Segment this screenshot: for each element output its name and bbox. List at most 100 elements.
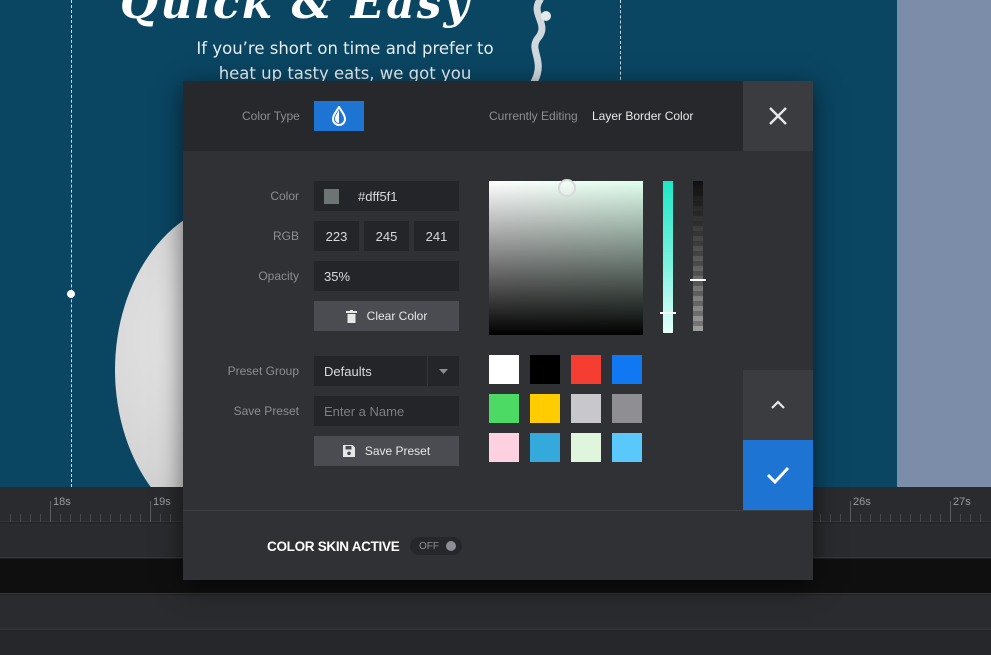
tick-label-19s: 19s (153, 496, 171, 508)
color-type-label: Color Type (242, 109, 300, 123)
dialog-footer: COLOR SKIN ACTIVE OFF (183, 510, 813, 580)
preset-swatch[interactable] (530, 394, 560, 423)
clear-color-button[interactable]: Clear Color (314, 301, 459, 331)
tick-line (950, 501, 951, 522)
minor-tick (890, 514, 891, 522)
saturation-value-picker[interactable] (489, 179, 643, 335)
color-hex-field[interactable]: #dff5f1 (314, 181, 459, 211)
red-input[interactable]: 223 (314, 221, 359, 251)
minor-tick (90, 514, 91, 522)
preset-swatch[interactable] (489, 355, 519, 384)
minor-tick (40, 514, 41, 522)
minor-tick (980, 514, 981, 522)
currently-editing-value: Layer Border Color (592, 109, 694, 123)
minor-tick (60, 514, 61, 522)
green-input[interactable]: 245 (364, 221, 409, 251)
tick-line (150, 501, 151, 522)
tagline-line-1: If you’re short on time and prefer to (196, 39, 494, 58)
preset-swatch[interactable] (571, 394, 601, 423)
minor-tick (830, 514, 831, 522)
side-panel (897, 0, 991, 487)
minor-tick (870, 514, 871, 522)
timeline-track[interactable] (0, 631, 991, 655)
chevron-down-icon (427, 356, 459, 386)
alpha-slider[interactable] (693, 181, 703, 331)
tick-line (850, 501, 851, 522)
save-preset-label: Save Preset (233, 404, 299, 418)
drop-icon (331, 106, 347, 126)
save-preset-button[interactable]: Save Preset (314, 436, 459, 466)
minor-tick (970, 514, 971, 522)
opacity-label: Opacity (258, 269, 299, 283)
minor-tick (30, 514, 31, 522)
color-hex-value: #dff5f1 (358, 188, 398, 204)
minor-tick (860, 514, 861, 522)
preset-swatch[interactable] (530, 355, 560, 384)
dialog-header: Color Type Currently Editing Layer Borde… (183, 81, 743, 151)
confirm-button[interactable] (743, 440, 813, 510)
minor-tick (900, 514, 901, 522)
color-skin-toggle[interactable]: OFF (410, 537, 462, 555)
minor-tick (910, 514, 911, 522)
hue-slider[interactable] (663, 181, 673, 333)
layer-resize-handle[interactable] (67, 290, 75, 298)
save-preset-button-label: Save Preset (364, 444, 431, 458)
color-type-button[interactable] (314, 101, 364, 131)
tagline-text: If you’re short on time and prefer to he… (190, 36, 500, 86)
layer-guide-left (71, 0, 72, 487)
preset-swatch[interactable] (489, 394, 519, 423)
floppy-disk-icon (342, 445, 355, 457)
saturation-value-handle[interactable] (558, 179, 576, 197)
toggle-state-label: OFF (419, 540, 439, 552)
hue-slider-handle[interactable] (660, 311, 676, 314)
chevron-up-icon (771, 400, 785, 409)
minor-tick (840, 514, 841, 522)
preset-swatch[interactable] (612, 394, 642, 423)
currently-editing-label: Currently Editing (489, 109, 578, 123)
minor-tick (880, 514, 881, 522)
tick-label-18s: 18s (53, 496, 71, 508)
preset-swatch[interactable] (530, 433, 560, 462)
minor-tick (100, 514, 101, 522)
preset-group-label: Preset Group (227, 364, 299, 378)
preset-swatch[interactable] (612, 355, 642, 384)
checkmark-icon (766, 466, 790, 484)
preset-swatch[interactable] (571, 433, 601, 462)
minor-tick (920, 514, 921, 522)
rgb-label: RGB (272, 229, 299, 243)
preset-swatch[interactable] (571, 355, 601, 384)
current-color-swatch (324, 188, 339, 204)
tick-label-27s: 27s (953, 496, 971, 508)
preset-swatch[interactable] (489, 433, 519, 462)
timeline-track[interactable] (0, 595, 991, 630)
minor-tick (820, 514, 821, 522)
preset-group-value: Defaults (324, 363, 372, 379)
opacity-input[interactable]: 35% (314, 261, 459, 291)
minor-tick (80, 514, 81, 522)
minor-tick (120, 514, 121, 522)
close-button[interactable] (743, 81, 813, 151)
close-icon (769, 107, 787, 125)
scroll-up-button[interactable] (743, 370, 813, 440)
minor-tick (110, 514, 111, 522)
alpha-slider-handle[interactable] (690, 278, 706, 281)
minor-tick (130, 514, 131, 522)
preset-group-select[interactable]: Defaults (314, 356, 459, 386)
minor-tick (70, 514, 71, 522)
headline-text: Quick & Easy (120, 0, 472, 29)
toggle-knob (446, 541, 456, 551)
preset-name-input[interactable]: Enter a Name (314, 396, 459, 426)
minor-tick (140, 514, 141, 522)
layer-guide-right (620, 0, 621, 90)
blue-input[interactable]: 241 (414, 221, 459, 251)
color-skin-label: COLOR SKIN ACTIVE (267, 539, 400, 554)
minor-tick (160, 514, 161, 522)
tick-line (50, 501, 51, 522)
minor-tick (10, 514, 11, 522)
trash-icon (345, 309, 357, 323)
steam-graphic (530, 0, 551, 82)
color-picker-dialog: Color Type Currently Editing Layer Borde… (183, 81, 813, 580)
color-label: Color (270, 189, 299, 203)
preset-swatch[interactable] (612, 433, 642, 462)
clear-color-label: Clear Color (366, 309, 428, 323)
